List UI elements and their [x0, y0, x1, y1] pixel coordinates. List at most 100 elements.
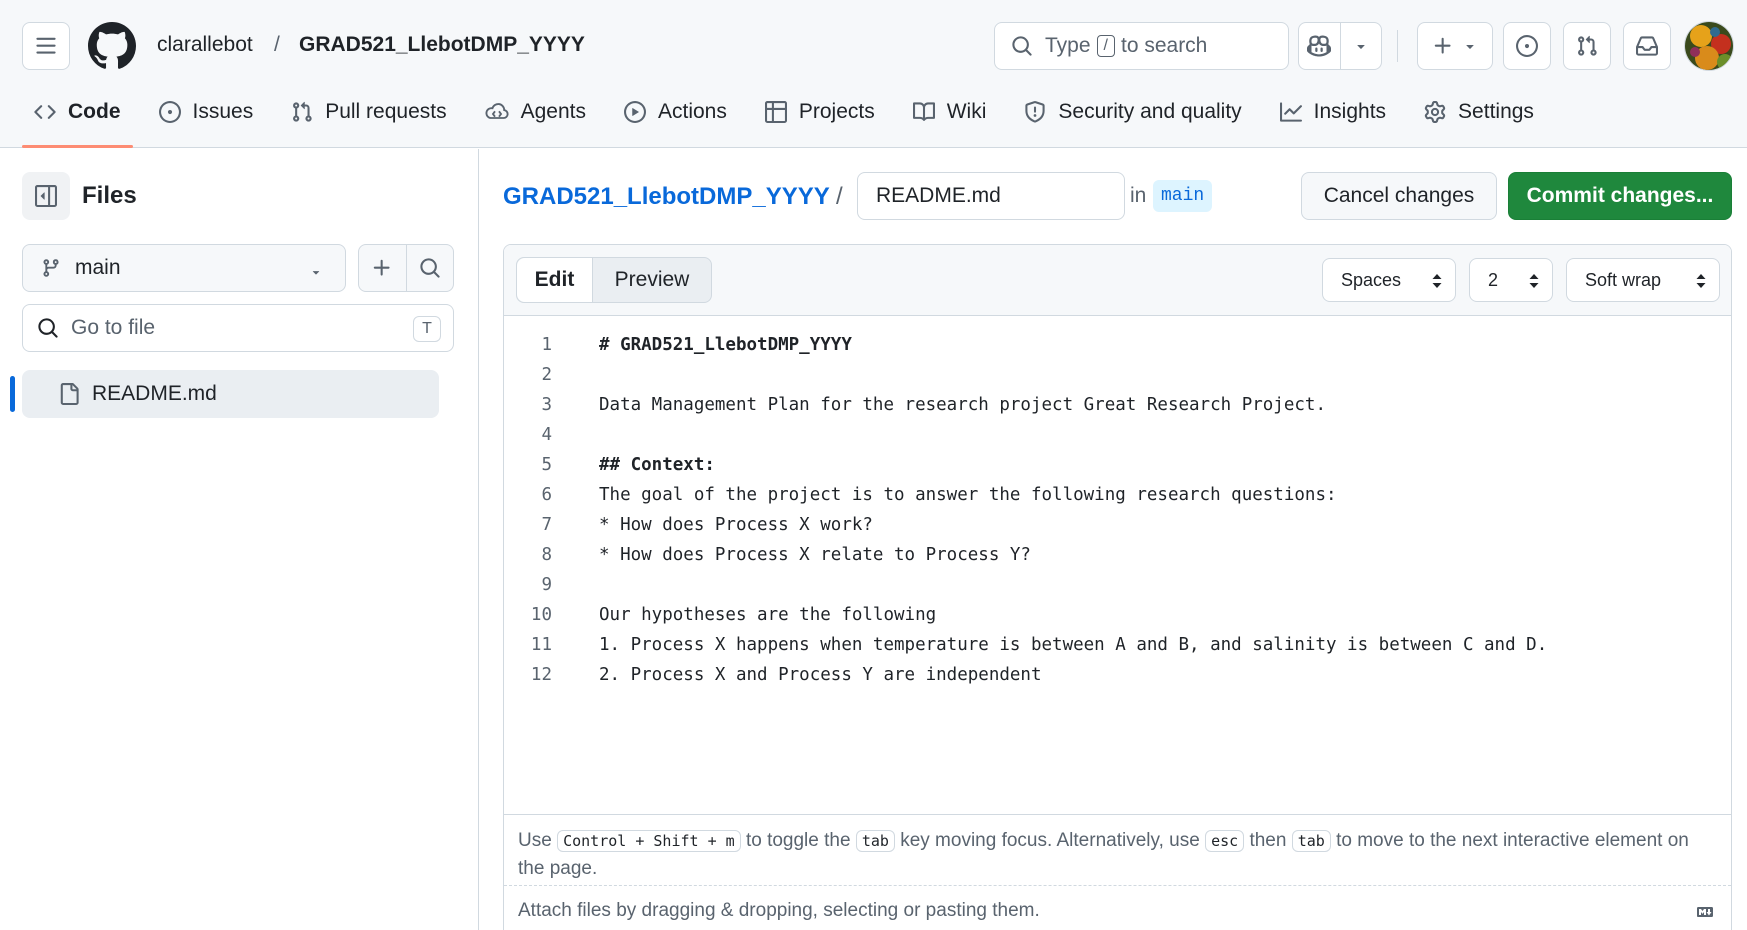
indent-size-select[interactable]: 2 [1469, 258, 1553, 302]
notifications-button[interactable] [1623, 22, 1671, 70]
wrap-mode-select[interactable]: Soft wrap [1566, 258, 1720, 302]
file-tree-actions [358, 244, 454, 292]
path-separator: / [836, 183, 843, 210]
indent-mode-select[interactable]: Spaces [1322, 258, 1456, 302]
user-avatar[interactable] [1684, 21, 1734, 71]
select-arrows-icon [1432, 274, 1442, 288]
tab-issues[interactable]: Issues [147, 88, 266, 136]
tab-settings[interactable]: Settings [1412, 88, 1546, 136]
filename-input[interactable] [857, 172, 1125, 220]
git-branch-icon [43, 259, 59, 277]
line-text: 2. Process X and Process Y are independe… [599, 665, 1042, 685]
tab-label: Issues [192, 100, 254, 123]
triangle-down-icon [312, 271, 320, 275]
breadcrumb-owner[interactable]: clarallebot [157, 33, 253, 57]
code-line: 12 2. Process X and Process Y are indepen… [504, 660, 1731, 690]
open-menu-button[interactable] [22, 22, 70, 70]
line-text: Our hypotheses are the following [599, 605, 937, 625]
git-pull-request-icon [1578, 35, 1597, 56]
tab-label: Actions [658, 100, 727, 123]
tab-actions[interactable]: Actions [612, 88, 739, 136]
header-divider [1397, 30, 1398, 62]
target-branch-badge: main [1153, 180, 1213, 212]
tab-insights[interactable]: Insights [1268, 88, 1398, 136]
tab-label: Insights [1313, 100, 1387, 123]
code-icon [34, 105, 56, 119]
tab-code[interactable]: Code [22, 88, 133, 148]
line-number: 5 [541, 455, 552, 475]
plus-icon [374, 259, 390, 276]
tab-wiki[interactable]: Wiki [901, 88, 999, 136]
line-number: 7 [541, 515, 552, 535]
editor-repo-link[interactable]: GRAD521_LlebotDMP_YYYY [503, 183, 830, 211]
attach-files-text: Attach files by dragging & dropping, sel… [518, 900, 1040, 921]
tab-security[interactable]: Security and quality [1012, 88, 1253, 136]
copilot-button[interactable] [1299, 23, 1340, 69]
your-pull-requests-button[interactable] [1563, 22, 1611, 70]
add-file-button[interactable] [359, 245, 406, 291]
search-icon [38, 318, 58, 338]
search-files-button[interactable] [405, 245, 454, 291]
global-search-input[interactable]: Type / to search [994, 22, 1289, 70]
shield-icon [1025, 101, 1046, 123]
go-to-file-placeholder: Go to file [71, 316, 156, 339]
line-number: 6 [541, 485, 552, 505]
line-number: 4 [541, 425, 552, 445]
cancel-changes-button[interactable]: Cancel changes [1301, 172, 1497, 220]
tab-label: Settings [1458, 100, 1534, 123]
line-text: 1. Process X happens when temperature is… [599, 635, 1548, 655]
line-number: 10 [530, 605, 552, 625]
editor-toolbar: Edit Preview Spaces 2 Soft wrap [504, 245, 1731, 316]
line-number: 8 [541, 545, 552, 565]
copilot-icon [1307, 35, 1332, 57]
branch-selector[interactable]: main [22, 244, 346, 292]
issue-opened-icon [158, 101, 181, 123]
search-icon [420, 258, 440, 278]
line-number: 12 [530, 665, 552, 685]
search-prefix: Type [1045, 34, 1091, 57]
select-arrows-icon [1529, 274, 1539, 288]
selected-file-indicator [10, 376, 15, 412]
github-logo-icon[interactable] [88, 22, 136, 70]
line-number: 3 [541, 395, 552, 415]
tab-label: Agents [520, 100, 586, 123]
code-line: 9 [504, 570, 1731, 600]
code-editor: Edit Preview Spaces 2 Soft wrap 1 # GRAD5… [503, 244, 1732, 930]
copilot-menu-button[interactable] [1339, 23, 1382, 69]
line-text: * How does Process X relate to Process Y… [599, 545, 1031, 565]
breadcrumb-repo[interactable]: GRAD521_LlebotDMP_YYYY [299, 33, 585, 57]
attach-files-dropzone[interactable]: Attach files by dragging & dropping, sel… [504, 885, 1731, 930]
breadcrumb-separator: / [274, 33, 280, 56]
app-header: clarallebot / GRAD521_LlebotDMP_YYYY Typ… [0, 0, 1747, 148]
go-to-file-input[interactable]: Go to file T [22, 304, 454, 352]
code-line: 10 Our hypotheses are the following [504, 600, 1731, 630]
hint-key: tab [1291, 830, 1331, 852]
code-line: 3 Data Management Plan for the research p… [504, 390, 1731, 420]
inbox-icon [1636, 36, 1658, 56]
line-text: Data Management Plan for the research pr… [599, 395, 1326, 415]
tab-pull-requests[interactable]: Pull requests [279, 88, 458, 136]
commit-changes-button[interactable]: Commit changes... [1508, 172, 1732, 220]
your-issues-button[interactable] [1503, 22, 1551, 70]
code-line: 4 [504, 420, 1731, 450]
search-icon [1012, 36, 1032, 56]
hint-key: tab [855, 830, 895, 852]
graph-icon [1279, 102, 1302, 122]
search-suffix: to search [1120, 34, 1208, 57]
tab-edit[interactable]: Edit [517, 258, 593, 302]
issue-opened-icon [1516, 35, 1538, 57]
create-new-button[interactable] [1417, 22, 1493, 70]
code-area[interactable]: 1 # GRAD521_LlebotDMP_YYYY 2 3 Data Manage… [504, 316, 1731, 836]
hint-shortcut: Control + Shift + m [557, 830, 741, 852]
hint-text: to toggle the [745, 830, 851, 851]
code-line: 2 [504, 360, 1731, 390]
tab-agents[interactable]: Agents [473, 88, 598, 136]
tab-projects[interactable]: Projects [753, 88, 887, 136]
table-icon [764, 101, 787, 123]
file-tree-item[interactable]: README.md [22, 370, 439, 418]
tab-preview[interactable]: Preview [593, 258, 711, 302]
collapse-file-tree-button[interactable] [22, 172, 70, 220]
line-text: * How does Process X work? [599, 515, 873, 535]
code-line: 8 * How does Process X relate to Process … [504, 540, 1731, 570]
hint-text: Use [518, 830, 552, 851]
